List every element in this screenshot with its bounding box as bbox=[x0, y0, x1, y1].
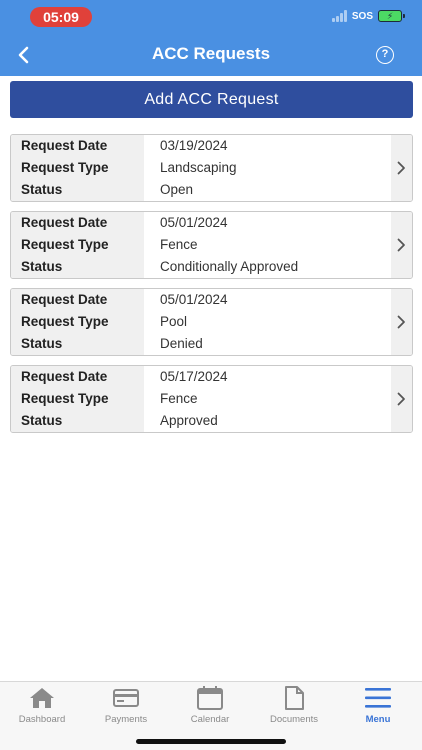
request-type-label: Request Type bbox=[21, 391, 109, 406]
tab-dashboard[interactable]: Dashboard bbox=[0, 686, 84, 730]
credit-card-icon bbox=[113, 689, 139, 707]
status-value: Open bbox=[160, 182, 194, 197]
help-button[interactable]: ? bbox=[376, 46, 394, 64]
disclosure-arrow[interactable] bbox=[391, 135, 412, 201]
tab-calendar[interactable]: Calendar bbox=[168, 686, 252, 730]
calendar-icon bbox=[197, 686, 223, 710]
tab-label: Documents bbox=[269, 714, 319, 725]
request-date-label: Request Date bbox=[21, 292, 108, 307]
request-card[interactable]: Request Date 05/01/2024 Request Type Pool St… bbox=[10, 288, 413, 356]
disclosure-arrow[interactable] bbox=[391, 289, 412, 355]
request-date-label: Request Date bbox=[21, 138, 108, 153]
home-indicator bbox=[136, 739, 286, 744]
request-type-value: Fence bbox=[160, 237, 198, 252]
carrier-label: SOS bbox=[351, 10, 373, 22]
add-acc-request-button[interactable]: Add ACC Request bbox=[10, 81, 413, 118]
request-card[interactable]: Request Date 05/01/2024 Request Type Fence S… bbox=[10, 211, 413, 279]
disclosure-arrow[interactable] bbox=[391, 212, 412, 278]
request-date-value: 05/17/2024 bbox=[160, 369, 228, 384]
tab-payments[interactable]: Payments bbox=[84, 686, 168, 730]
home-icon bbox=[30, 688, 54, 708]
battery-icon: ⚡ bbox=[378, 10, 405, 22]
status-value: Denied bbox=[160, 336, 203, 351]
chevron-right-icon bbox=[397, 161, 405, 175]
tab-label: Dashboard bbox=[18, 714, 66, 725]
disclosure-arrow[interactable] bbox=[391, 366, 412, 432]
request-type-label: Request Type bbox=[21, 160, 109, 175]
header: ACC Requests ? bbox=[0, 34, 422, 76]
tab-label: Payments bbox=[104, 714, 148, 725]
status-value: Approved bbox=[160, 413, 218, 428]
document-icon bbox=[285, 686, 304, 710]
status-label: Status bbox=[21, 259, 63, 274]
status-bar: 05:09 SOS ⚡ bbox=[0, 0, 422, 34]
menu-icon bbox=[365, 688, 391, 708]
request-type-label: Request Type bbox=[21, 314, 109, 329]
request-list: Request Date 03/19/2024 Request Type Landsc… bbox=[10, 134, 413, 442]
chevron-right-icon bbox=[397, 238, 405, 252]
request-date-value: 03/19/2024 bbox=[160, 138, 228, 153]
request-date-value: 05/01/2024 bbox=[160, 292, 228, 307]
clock: 05:09 bbox=[30, 7, 92, 27]
status-value: Conditionally Approved bbox=[160, 259, 299, 274]
page-title: ACC Requests bbox=[151, 44, 271, 63]
status-label: Status bbox=[21, 413, 63, 428]
tab-label: Calendar bbox=[190, 714, 230, 725]
status-label: Status bbox=[21, 336, 63, 351]
chevron-right-icon bbox=[397, 315, 405, 329]
request-type-value: Fence bbox=[160, 391, 198, 406]
chevron-right-icon bbox=[397, 392, 405, 406]
status-label: Status bbox=[21, 182, 63, 197]
tab-label: Menu bbox=[365, 714, 391, 725]
request-type-value: Pool bbox=[160, 314, 188, 329]
status-icons: SOS ⚡ bbox=[331, 10, 405, 22]
request-card[interactable]: Request Date 03/19/2024 Request Type Landsc… bbox=[10, 134, 413, 202]
request-type-label: Request Type bbox=[21, 237, 109, 252]
tab-documents[interactable]: Documents bbox=[252, 686, 336, 730]
request-date-label: Request Date bbox=[21, 369, 108, 384]
signal-icon bbox=[331, 10, 347, 22]
request-type-value: Landscaping bbox=[160, 160, 237, 175]
request-date-label: Request Date bbox=[21, 215, 108, 230]
tab-menu[interactable]: Menu bbox=[336, 686, 420, 730]
request-date-value: 05/01/2024 bbox=[160, 215, 228, 230]
request-card[interactable]: Request Date 05/17/2024 Request Type Fence S… bbox=[10, 365, 413, 433]
